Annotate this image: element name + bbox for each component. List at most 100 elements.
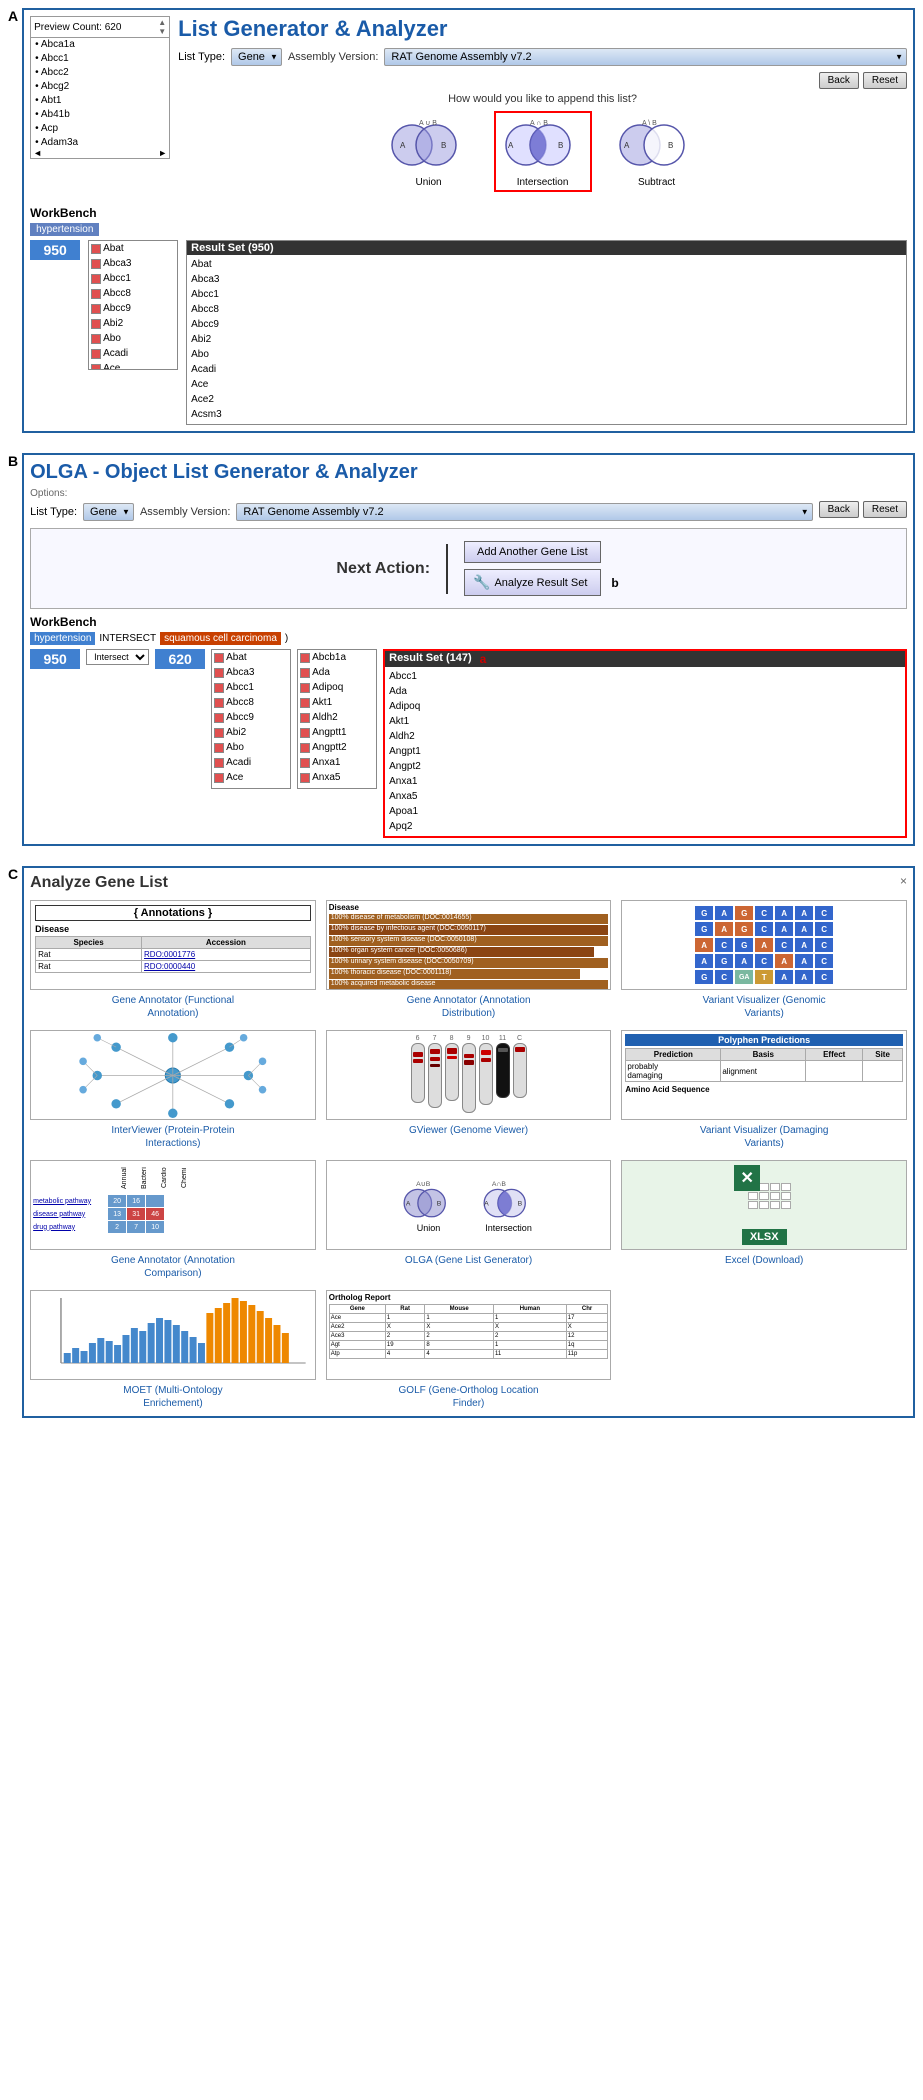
golf-td: 17 [566,1314,608,1323]
wrench-icon: 🔧 [473,574,490,591]
add-another-btn[interactable]: Add Another Gene List [464,541,601,563]
close-button[interactable]: × [900,874,907,888]
tool-preview-moet [30,1290,316,1380]
back-button-b[interactable]: Back [819,501,859,518]
genomic-cell: G [735,906,753,920]
chr-label-9: 9 [462,1035,476,1113]
chk[interactable] [300,728,310,738]
chk[interactable] [214,668,224,678]
chromosome-11 [496,1043,510,1098]
tool-polyphen[interactable]: Polyphen Predictions Prediction Basis Ef… [621,1030,907,1150]
preview-box: Preview Count: 620 ▲▼ Abca1a Abcc1 Abcc2… [30,16,170,159]
chk[interactable] [300,668,310,678]
gene-checkbox[interactable] [91,304,101,314]
chk[interactable] [214,743,224,753]
gene-checkbox[interactable] [91,289,101,299]
golf-td: 4 [385,1350,424,1359]
gene-checkbox[interactable] [91,319,101,329]
golf-td: Atp [329,1350,385,1359]
result-set-b-label: Result Set (147) [389,652,472,666]
tool-preview-gviewer: 6 7 [326,1030,612,1120]
excel-icon-container: ✕ [734,1165,794,1225]
chk[interactable] [214,698,224,708]
chk[interactable] [300,788,310,790]
reset-button-b[interactable]: Reset [863,501,907,518]
tool-excel[interactable]: ✕ [621,1160,907,1280]
chk[interactable] [214,653,224,663]
tool-moet[interactable]: MOET (Multi-OntologyEnrichement) [30,1290,316,1410]
result-item-b: Apoa1 [389,804,469,819]
chk[interactable] [214,683,224,693]
golf-td: X [385,1323,424,1332]
disease-bar-row: 100% acquired metabolic disease [329,980,609,989]
chk[interactable] [214,713,224,723]
list-type-dropdown-b[interactable]: Gene [83,503,134,521]
tool-interviewer[interactable]: InterViewer (Protein-ProteinInteractions… [30,1030,316,1150]
chk[interactable] [300,698,310,708]
tool-name-olga: OLGA (Gene List Generator) [405,1254,532,1267]
tool-preview-genomic: G A G C A A C G A [621,900,907,990]
tool-preview-network [30,1030,316,1120]
golf-td: 8 [425,1341,494,1350]
tool-gene-annotator-dist[interactable]: Disease 100% disease of metabolism (DOC:… [326,900,612,1020]
gene-checkbox[interactable] [91,334,101,344]
chk[interactable] [300,713,310,723]
ann-comp-cell [146,1195,164,1207]
tool-gene-annotator-func[interactable]: { Annotations } Disease SpeciesAccession… [30,900,316,1020]
chk[interactable] [300,653,310,663]
intersect-select[interactable]: Intersect Union Subtract [86,649,149,665]
tool-variant-visualizer[interactable]: G A G C A A C G A [621,900,907,1020]
gene-item: Abo [89,331,177,346]
scroll-left[interactable]: ◄ [33,148,42,158]
genomic-cell: C [715,938,733,952]
main-wrapper: A Preview Count: 620 ▲▼ Abca1a Abcc1 Abc… [0,0,923,1446]
scroll-right[interactable]: ► [158,148,167,158]
chk[interactable] [214,758,224,768]
ec [770,1201,780,1209]
chk[interactable] [300,683,310,693]
golf-td: 1 [493,1314,566,1323]
tool-preview-ann-comp: Annual Bacteri Cardio Chemi metabolic pa… [30,1160,316,1250]
tool-olga[interactable]: A∪B A B Union A∩B [326,1160,612,1280]
gene-checkbox[interactable] [91,244,101,254]
gene-item: Abcc8 [89,286,177,301]
chk[interactable] [300,773,310,783]
genomic-cell: A [755,938,773,952]
ann-link[interactable]: RDO:0000440 [142,961,311,973]
genomic-cell: C [815,970,833,984]
tool-ann-comp[interactable]: Annual Bacteri Cardio Chemi metabolic pa… [30,1160,316,1280]
svg-text:B: B [436,1200,441,1207]
close-tag[interactable]: ) [285,633,288,644]
svg-text:B: B [668,141,673,150]
tool-golf[interactable]: Ortholog Report Gene Rat Mouse Human Chr [326,1290,612,1410]
list-type-dropdown[interactable]: Gene [231,48,282,66]
assembly-dropdown-b[interactable]: RAT Genome Assembly v7.2 [236,503,812,521]
chk[interactable] [214,788,224,790]
disease-bar: 100% disease by infectious agent (DOC:00… [329,925,609,935]
chk[interactable] [300,758,310,768]
action-buttons: Add Another Gene List 🔧 Analyze Result S… [464,541,601,596]
back-button[interactable]: Back [819,72,859,89]
venn-subtract[interactable]: A B A \ B Subtract [612,115,702,188]
tool-gviewer[interactable]: 6 7 [326,1030,612,1150]
venn-intersection[interactable]: A B A ∩ B Intersection [494,111,592,192]
gene-checkbox[interactable] [91,349,101,359]
assembly-dropdown[interactable]: RAT Genome Assembly v7.2 [384,48,907,66]
gene-checkbox[interactable] [91,259,101,269]
venn-union[interactable]: A B A ∪ B Union [384,115,474,188]
chk[interactable] [300,743,310,753]
result-item: Abo [191,347,271,362]
result-item: Acsm3 [191,407,271,422]
gene-checkbox[interactable] [91,364,101,371]
ann-title: { Annotations } [35,905,311,921]
chk[interactable] [214,728,224,738]
gene-item-b2: Akt1 [298,695,376,710]
svg-text:A∪B: A∪B [416,1180,431,1187]
chk[interactable] [214,773,224,783]
gene-checkbox[interactable] [91,274,101,284]
next-action-label: Next Action: [336,560,430,578]
reset-button[interactable]: Reset [863,72,907,89]
gene-item: Abca3 [89,256,177,271]
ann-link[interactable]: RDO:0001776 [142,949,311,961]
analyze-result-btn[interactable]: 🔧 Analyze Result Set [464,569,601,596]
